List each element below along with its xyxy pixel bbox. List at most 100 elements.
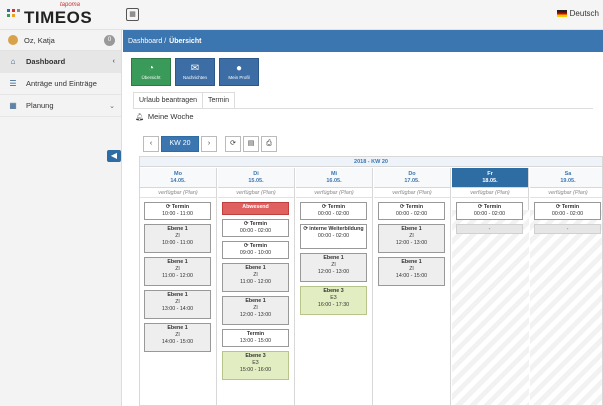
calendar-icon[interactable]: ▦ <box>126 8 139 21</box>
calendar-event[interactable]: ⟳ Termin 00:00 - 02:00 <box>222 219 289 237</box>
calendar-event[interactable]: - <box>456 224 523 234</box>
calendar-event[interactable]: ⟳ interne Weiterbildung 00:00 - 02:00 <box>300 224 367 249</box>
day-header: Mi 16.05. <box>296 168 372 188</box>
event-detail: Zl <box>175 299 180 305</box>
event-detail: 12:00 - 13:00 <box>317 269 350 275</box>
calendar-event[interactable]: ⟳ Termin 10:00 - 11:00 <box>144 202 211 220</box>
calendar-event[interactable]: Ebene 3 E3 15:00 - 16:00 <box>222 351 289 380</box>
event-detail: 00:00 - 02:00 <box>239 228 272 234</box>
week-header: 2018 - KW 20 <box>140 157 602 167</box>
availability-label: verfügbar (Plan) <box>218 188 294 198</box>
event-title: ⟳ Termin <box>321 204 346 210</box>
calendar-event[interactable]: Ebene 1 Zl 14:00 - 15:00 <box>378 257 445 286</box>
event-title: ⟳ Termin <box>165 204 190 210</box>
calendar-event[interactable]: - <box>534 224 601 234</box>
event-detail: 15:00 - 16:00 <box>239 367 272 373</box>
event-title: Ebene 1 <box>245 265 266 271</box>
notification-badge[interactable]: 0 <box>104 35 115 46</box>
absence-entry[interactable]: Abwesend <box>222 202 289 215</box>
tile-nachrichten[interactable]: ✉ Nachrichten <box>175 58 215 86</box>
availability-label: verfügbar (Plan) <box>452 188 528 198</box>
event-detail: E3 <box>330 295 337 301</box>
day-date: 17.05. <box>404 178 420 184</box>
chevron-left-icon: ‹ <box>112 58 115 65</box>
day-column-do: Do 17.05. verfügbar (Plan) ⟳ Termin 00:00 - … <box>374 168 451 405</box>
list-icon: ☰ <box>9 79 17 88</box>
calendar-event[interactable]: ⟳ Termin 00:00 - 02:00 <box>534 202 601 220</box>
day-header: Fr 18.05. <box>452 168 528 188</box>
event-detail: 12:00 - 13:00 <box>239 312 272 318</box>
calendar-event[interactable]: Ebene 1 Zl 12:00 - 13:00 <box>300 253 367 282</box>
chevron-down-icon: ⌄ <box>109 102 115 110</box>
event-detail: Zl <box>331 262 336 268</box>
calendar-event[interactable]: Termin 13:00 - 15:00 <box>222 329 289 347</box>
day-name: Do <box>408 171 416 177</box>
event-title: ⟳ Termin <box>555 204 580 210</box>
language-selector[interactable]: Deutsch <box>556 9 599 18</box>
event-detail: Zl <box>175 233 180 239</box>
off-day-background <box>452 210 529 405</box>
day-date: 14.05. <box>170 178 186 184</box>
logo[interactable]: tapoma TIMEOS <box>4 2 122 28</box>
tile-mein-profil[interactable]: ● Mein Profil <box>219 58 259 86</box>
sidebar-item-planung[interactable]: ▦ Planung ⌄ <box>0 95 121 117</box>
event-detail: 12:00 - 13:00 <box>395 240 428 246</box>
home-icon: ⌂ <box>10 57 16 66</box>
tab-termin[interactable]: Termin <box>202 92 236 108</box>
calendar-event[interactable]: Ebene 1 Zl 10:00 - 11:00 <box>144 224 211 253</box>
breadcrumb-current: Übersicht <box>169 37 202 45</box>
week-calendar: 2018 - KW 20 Mo 14.05. verfügbar (Plan) ⟳ T… <box>139 156 603 406</box>
week-selector[interactable]: KW 20 <box>161 136 199 152</box>
day-header: Di 15.05. <box>218 168 294 188</box>
breadcrumb-root[interactable]: Dashboard / <box>128 38 166 45</box>
next-week-button[interactable]: › <box>201 136 217 152</box>
quick-tiles: ◔ Übersicht ✉ Nachrichten ● Mein Profil <box>131 58 259 86</box>
calendar-event[interactable]: Ebene 3 E3 16:00 - 17:30 <box>300 286 367 315</box>
event-title: ⟳ Termin <box>243 221 268 227</box>
sidebar-item-dashboard[interactable]: ⌂ Dashboard ‹ <box>0 51 121 73</box>
calendar-event[interactable]: Ebene 1 Zl 11:00 - 12:00 <box>222 263 289 292</box>
day-column-fr: Fr 18.05. verfügbar (Plan) ⟳ Termin 00:00 - … <box>452 168 529 405</box>
day-date: 18.05. <box>482 178 498 184</box>
calendar-event[interactable]: Ebene 1 Zl 13:00 - 14:00 <box>144 290 211 319</box>
event-detail: 00:00 - 02:00 <box>317 233 350 239</box>
event-detail: 00:00 - 02:00 <box>395 211 428 217</box>
calendar-event[interactable]: ⟳ Termin 00:00 - 02:00 <box>456 202 523 220</box>
event-title: Termin <box>246 331 265 337</box>
event-title: Ebene 3 <box>323 288 344 294</box>
event-title: Ebene 1 <box>167 259 188 265</box>
event-detail: Zl <box>409 233 414 239</box>
day-name: Fr <box>487 171 493 177</box>
day-header: Sa 19.05. <box>530 168 602 188</box>
app-window: tapoma TIMEOS ▦ Deutsch Oz, Katja 0 ⌂ Da… <box>0 0 603 406</box>
prev-week-button[interactable]: ‹ <box>143 136 159 152</box>
calendar-event[interactable]: Ebene 1 Zl 11:00 - 12:00 <box>144 257 211 286</box>
user-profile[interactable]: Oz, Katja 0 <box>0 30 121 51</box>
calendar-event[interactable]: Ebene 1 Zl 12:00 - 13:00 <box>222 296 289 325</box>
event-title: ⟳ interne Weiterbildung <box>303 226 364 232</box>
sidebar-item-antraege[interactable]: ☰ Anträge und Einträge <box>0 73 121 95</box>
calendar-event[interactable]: ⟳ Termin 00:00 - 02:00 <box>378 202 445 220</box>
refresh-button[interactable]: ⟳ <box>225 136 241 152</box>
calendar-event[interactable]: ⟳ Termin 09:00 - 10:00 <box>222 241 289 259</box>
calendar-event[interactable]: Ebene 1 Zl 12:00 - 13:00 <box>378 224 445 253</box>
calendar-event[interactable]: ⟳ Termin 00:00 - 02:00 <box>300 202 367 220</box>
collapse-sidebar-button[interactable]: ◀ <box>107 150 121 162</box>
german-flag-icon <box>556 10 567 17</box>
day-header: Do 17.05. <box>374 168 450 188</box>
document-button[interactable]: ▤ <box>243 136 259 152</box>
tab-urlaub-beantragen[interactable]: Urlaub beantragen <box>133 92 203 108</box>
event-title: ⟳ Termin <box>243 243 268 249</box>
logo-icon <box>7 9 20 17</box>
event-title: Ebene 1 <box>167 292 188 298</box>
calendar-event[interactable]: Ebene 1 Zl 14:00 - 15:00 <box>144 323 211 352</box>
tile-uebersicht[interactable]: ◔ Übersicht <box>131 58 171 86</box>
availability-label: verfügbar (Plan) <box>140 188 216 198</box>
event-detail: E3 <box>252 360 259 366</box>
event-detail: 14:00 - 15:00 <box>161 339 194 345</box>
availability-label: verfügbar (Plan) <box>296 188 372 198</box>
event-detail: 10:00 - 11:00 <box>162 240 193 246</box>
sidebar: Oz, Katja 0 ⌂ Dashboard ‹ ☰ Anträge und … <box>0 30 122 406</box>
day-column-di: Di 15.05. verfügbar (Plan) Abwesend ⟳ Termin… <box>218 168 295 405</box>
print-button[interactable]: ⎙ <box>261 136 277 152</box>
